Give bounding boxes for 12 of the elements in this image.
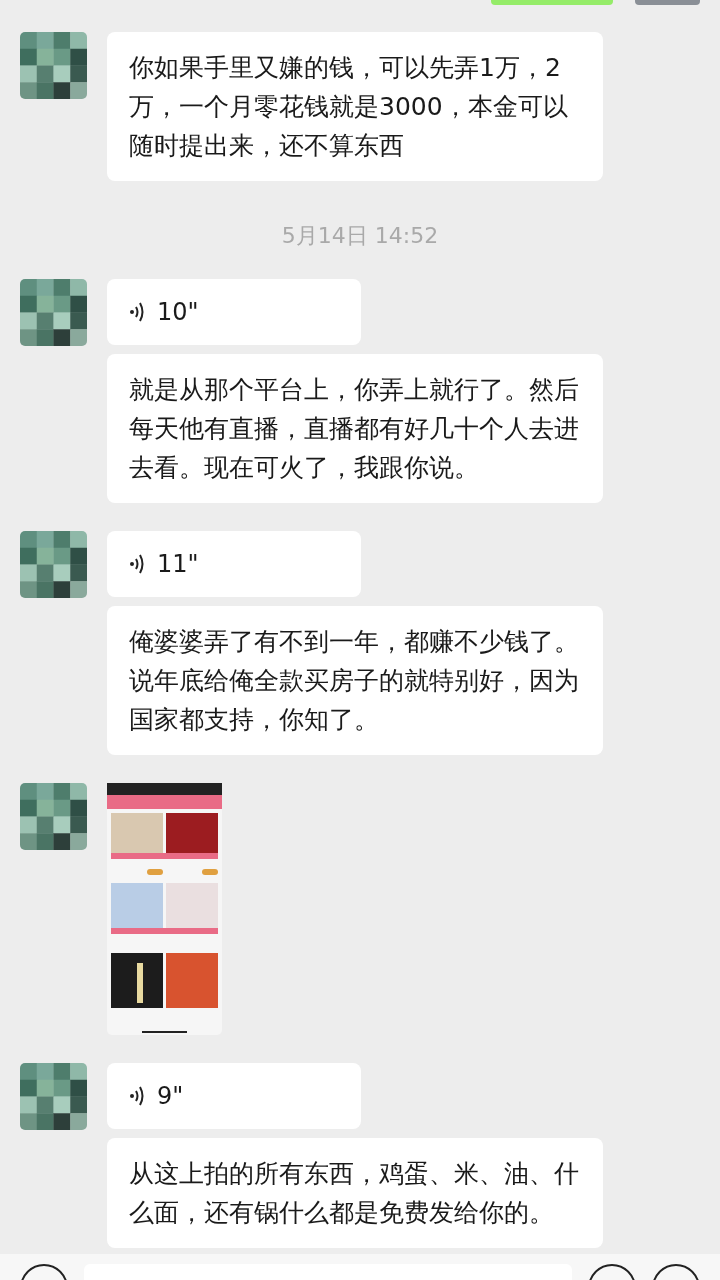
- message-bubble: 俺婆婆弄了有不到一年，都赚不少钱了。说年底给俺全款买房子的就特别好，因为国家都支持，你知了。: [107, 606, 603, 755]
- voice-message[interactable]: 11": [107, 531, 361, 597]
- message-bubble: 就是从那个平台上，你弄上就行了。然后每天他有直播，直播都有好几十个人去进去看。现在可火了，我跟你说。: [107, 354, 603, 503]
- voice-message[interactable]: 9": [107, 1063, 361, 1129]
- message-bubble: 从这上拍的所有东西，鸡蛋、米、油、什么面，还有锅什么都是免费发给你的。: [107, 1138, 603, 1248]
- voice-wave-icon: [129, 301, 145, 323]
- voice-wave-icon: [129, 1085, 145, 1107]
- timestamp: 5月14日 14:52: [280, 222, 440, 250]
- voice-wave-icon: [129, 553, 145, 575]
- message-bubble: 你如果手里又嫌的钱，可以先弄1万，2万，一个月零花钱就是3000，本金可以随时提出来，还不算东西: [107, 32, 603, 181]
- voice-message[interactable]: 10": [107, 279, 361, 345]
- avatar: [635, 0, 700, 5]
